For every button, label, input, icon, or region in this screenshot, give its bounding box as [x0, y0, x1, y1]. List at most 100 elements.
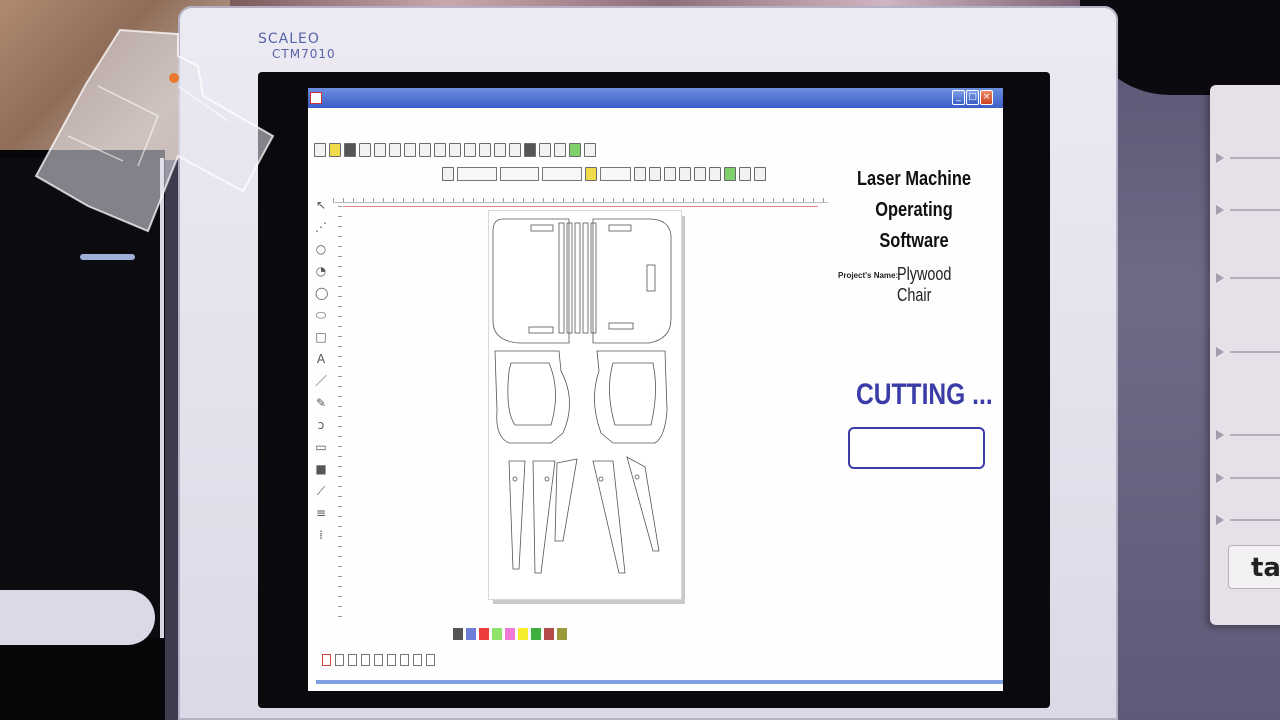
spiral-icon[interactable]: ↄ	[315, 418, 327, 432]
pointer-icon[interactable]: ↖	[315, 198, 327, 212]
note-bullet-icon	[1216, 347, 1224, 357]
origin-icon[interactable]	[322, 654, 331, 666]
copy-icon[interactable]	[404, 143, 416, 157]
handle-slot	[646, 264, 656, 292]
angle-field[interactable]	[600, 167, 632, 181]
note-bullet-icon	[1216, 430, 1224, 440]
size-field[interactable]	[542, 167, 583, 181]
work-sheet[interactable]	[488, 210, 682, 600]
frame-tool-icon[interactable]: ▭	[315, 440, 327, 454]
screen: _ □ × ↖ ⋰ ○ ◔ ◯ ⬭ □ A ／ ✎ ↄ ▭ ■ ⟋ ≡ ⁞ La…	[308, 88, 1003, 691]
note-line	[1230, 209, 1280, 211]
leg	[508, 460, 526, 570]
refresh-icon[interactable]	[754, 167, 767, 181]
cut-icon[interactable]	[389, 143, 401, 157]
export-icon[interactable]	[374, 143, 386, 157]
node-icon[interactable]	[724, 167, 737, 181]
note-line	[1230, 477, 1280, 479]
new-file-icon[interactable]	[314, 143, 326, 157]
color-swatch[interactable]	[531, 628, 541, 640]
same-width-icon[interactable]	[400, 654, 409, 666]
frame-icon[interactable]	[442, 167, 454, 181]
slot	[608, 224, 632, 232]
app-title-line2: Operating Software	[875, 199, 953, 252]
node-edit-icon[interactable]: ⋰	[315, 220, 327, 234]
fill-icon[interactable]: ■	[315, 462, 327, 476]
mirror-icon[interactable]	[634, 167, 647, 181]
paste-icon[interactable]	[419, 143, 431, 157]
line-icon[interactable]: ／	[315, 374, 327, 388]
page-icon[interactable]	[479, 143, 491, 157]
minimize-icon[interactable]: _	[952, 90, 965, 105]
print-icon[interactable]	[464, 143, 476, 157]
array-tool-icon[interactable]: ⁞	[315, 528, 327, 542]
align-top-icon[interactable]	[335, 654, 344, 666]
leg	[532, 460, 556, 574]
left-toolbar: ↖ ⋰ ○ ◔ ◯ ⬭ □ A ／ ✎ ↄ ▭ ■ ⟋ ≡ ⁞	[312, 198, 330, 542]
project-name-label: Project's Name:	[838, 271, 899, 280]
maximize-icon[interactable]: □	[966, 90, 979, 105]
side-monitor-led	[80, 254, 135, 260]
array-icon[interactable]	[739, 167, 752, 181]
color-swatch[interactable]	[466, 628, 476, 640]
text-icon[interactable]: A	[315, 352, 327, 366]
x-field[interactable]	[457, 167, 497, 181]
vertical-ruler	[332, 206, 342, 626]
minimap-icon[interactable]	[28, 26, 278, 236]
ellipse-icon[interactable]: ◯	[315, 286, 328, 300]
circle-icon[interactable]: ○	[315, 242, 327, 256]
progress-bar	[848, 427, 985, 469]
delete-icon[interactable]	[524, 143, 536, 157]
align-bottom-icon[interactable]	[361, 654, 370, 666]
lock-icon[interactable]	[585, 167, 598, 181]
zoom-out-icon[interactable]	[509, 143, 521, 157]
distribute-icon[interactable]	[694, 167, 707, 181]
color-swatch[interactable]	[518, 628, 528, 640]
sticky-note[interactable]	[1210, 85, 1280, 625]
import-icon[interactable]	[359, 143, 371, 157]
layer-icon[interactable]	[569, 143, 581, 157]
note-line	[1230, 351, 1280, 353]
window-titlebar[interactable]: _ □ ×	[308, 88, 1003, 108]
hatch-icon[interactable]: ≡	[315, 506, 327, 520]
hole	[598, 476, 604, 482]
side-monitor-handle	[0, 590, 155, 645]
knife-icon[interactable]: ⟋	[315, 484, 327, 498]
color-swatch[interactable]	[479, 628, 489, 640]
spacing-v-icon[interactable]	[387, 654, 396, 666]
same-height-icon[interactable]	[413, 654, 422, 666]
close-icon[interactable]: ×	[980, 90, 993, 105]
color-swatch[interactable]	[453, 628, 463, 640]
note-line	[1230, 157, 1280, 159]
grid-layout-icon[interactable]	[426, 654, 435, 666]
align-left-icon[interactable]	[664, 167, 677, 181]
group-icon[interactable]	[709, 167, 722, 181]
slot	[530, 224, 554, 232]
color-swatch[interactable]	[544, 628, 554, 640]
open-folder-icon[interactable]	[329, 143, 341, 157]
align-middle-icon[interactable]	[348, 654, 357, 666]
undo-icon[interactable]	[434, 143, 446, 157]
note-bullet-icon	[1216, 473, 1224, 483]
save-icon[interactable]	[344, 143, 356, 157]
oval-icon[interactable]: ⬭	[315, 308, 327, 322]
color-palette	[453, 628, 567, 640]
side-frame-left	[494, 350, 570, 444]
rectangle-icon[interactable]: □	[315, 330, 327, 344]
table-icon[interactable]	[554, 143, 566, 157]
y-field[interactable]	[499, 167, 540, 181]
zoom-in-icon[interactable]	[494, 143, 506, 157]
color-swatch[interactable]	[505, 628, 515, 640]
app-title: Laser Machine Operating Software	[843, 164, 984, 257]
rotate-icon[interactable]	[649, 167, 662, 181]
grid-icon[interactable]	[539, 143, 551, 157]
redo-icon[interactable]	[449, 143, 461, 157]
color-swatch[interactable]	[492, 628, 502, 640]
align-icon[interactable]	[584, 143, 596, 157]
color-swatch[interactable]	[557, 628, 567, 640]
pen-icon[interactable]: ✎	[315, 396, 327, 410]
spacing-h-icon[interactable]	[374, 654, 383, 666]
ruler-guide	[343, 206, 818, 207]
arc-icon[interactable]: ◔	[315, 264, 327, 278]
align-center-icon[interactable]	[679, 167, 692, 181]
